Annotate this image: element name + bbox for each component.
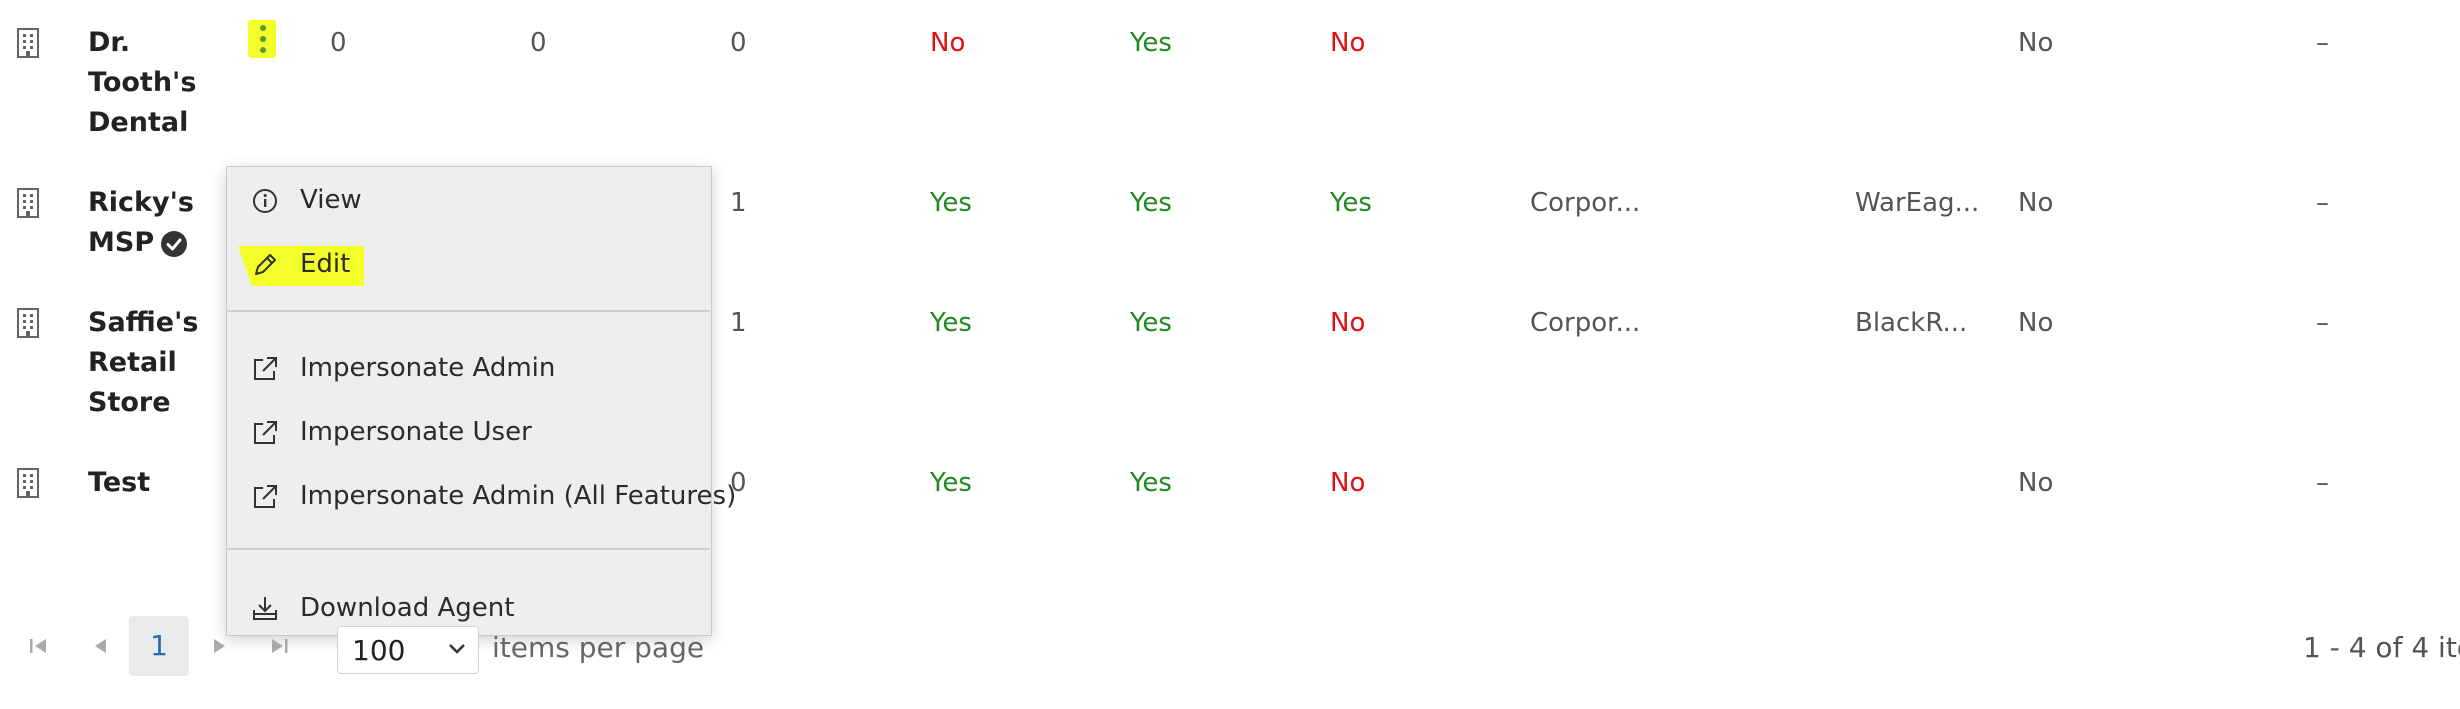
status-flag: No — [1330, 308, 1366, 338]
count-cell: 0 — [330, 28, 347, 58]
text-cell: No — [2018, 188, 2054, 218]
text-cell: No — [2018, 28, 2054, 58]
count-cell: 1 — [730, 308, 747, 338]
menu-divider — [226, 310, 710, 312]
dash-cell: – — [2316, 28, 2329, 58]
kebab-menu-icon[interactable] — [248, 20, 276, 58]
status-flag: Yes — [1130, 188, 1172, 218]
account-name[interactable]: Saffie's Retail Store — [88, 303, 198, 423]
text-cell: No — [2018, 468, 2054, 498]
status-flag: No — [1330, 468, 1366, 498]
count-cell: 0 — [730, 28, 747, 58]
dash-cell: – — [2316, 308, 2329, 338]
text-cell: Corpor... — [1530, 188, 1641, 218]
building-icon — [17, 28, 39, 58]
prev-page-icon[interactable] — [82, 616, 118, 676]
status-flag: Yes — [1330, 188, 1372, 218]
status-flag: Yes — [1130, 308, 1172, 338]
status-flag: Yes — [930, 188, 972, 218]
account-name[interactable]: Dr. Tooth's Dental — [88, 23, 196, 143]
page-size-select[interactable]: 100 — [337, 626, 479, 674]
verified-check-icon — [161, 230, 188, 257]
pencil-icon — [255, 254, 276, 275]
text-cell: No — [2018, 308, 2054, 338]
first-page-icon[interactable] — [22, 616, 58, 676]
account-name[interactable]: Ricky's MSP — [88, 183, 194, 263]
pager-count: 1 - 4 of 4 items — [2303, 631, 2460, 664]
menu-item-edit[interactable]: Edit — [226, 234, 710, 294]
status-flag: Yes — [930, 308, 972, 338]
text-cell: BlackR... — [1855, 308, 1968, 338]
next-page-icon[interactable] — [202, 616, 238, 676]
status-flag: Yes — [930, 468, 972, 498]
text-cell: WarEag... — [1855, 188, 1980, 218]
building-icon — [17, 308, 39, 338]
status-flag: No — [930, 28, 966, 58]
building-icon — [17, 188, 39, 218]
page-button-current[interactable]: 1 — [129, 616, 189, 676]
text-cell: Corpor... — [1530, 308, 1641, 338]
dash-cell: – — [2316, 188, 2329, 218]
menu-item-impersonate-admin[interactable]: Impersonate Admin — [226, 338, 710, 398]
external-link-icon — [254, 421, 277, 444]
external-link-icon — [254, 485, 277, 508]
menu-item-impersonate-admin-all[interactable]: Impersonate Admin (All Features) — [226, 466, 736, 526]
dash-cell: – — [2316, 468, 2329, 498]
menu-item-impersonate-user[interactable]: Impersonate User — [226, 402, 710, 462]
status-flag: Yes — [1130, 468, 1172, 498]
external-link-icon — [254, 357, 277, 380]
status-flag: Yes — [1130, 28, 1172, 58]
info-icon — [253, 189, 277, 213]
context-menu-items: View Edit Impersonate Admin Impersonate … — [226, 166, 736, 634]
last-page-icon[interactable] — [262, 616, 298, 676]
status-flag: No — [1330, 28, 1366, 58]
count-cell: 1 — [730, 188, 747, 218]
menu-item-view[interactable]: View — [226, 170, 710, 230]
account-name[interactable]: Test — [88, 463, 150, 503]
items-per-page-label: items per page — [492, 631, 705, 664]
chevron-down-icon — [449, 644, 465, 654]
count-cell: 0 — [530, 28, 547, 58]
building-icon — [17, 468, 39, 498]
menu-divider — [226, 548, 710, 550]
